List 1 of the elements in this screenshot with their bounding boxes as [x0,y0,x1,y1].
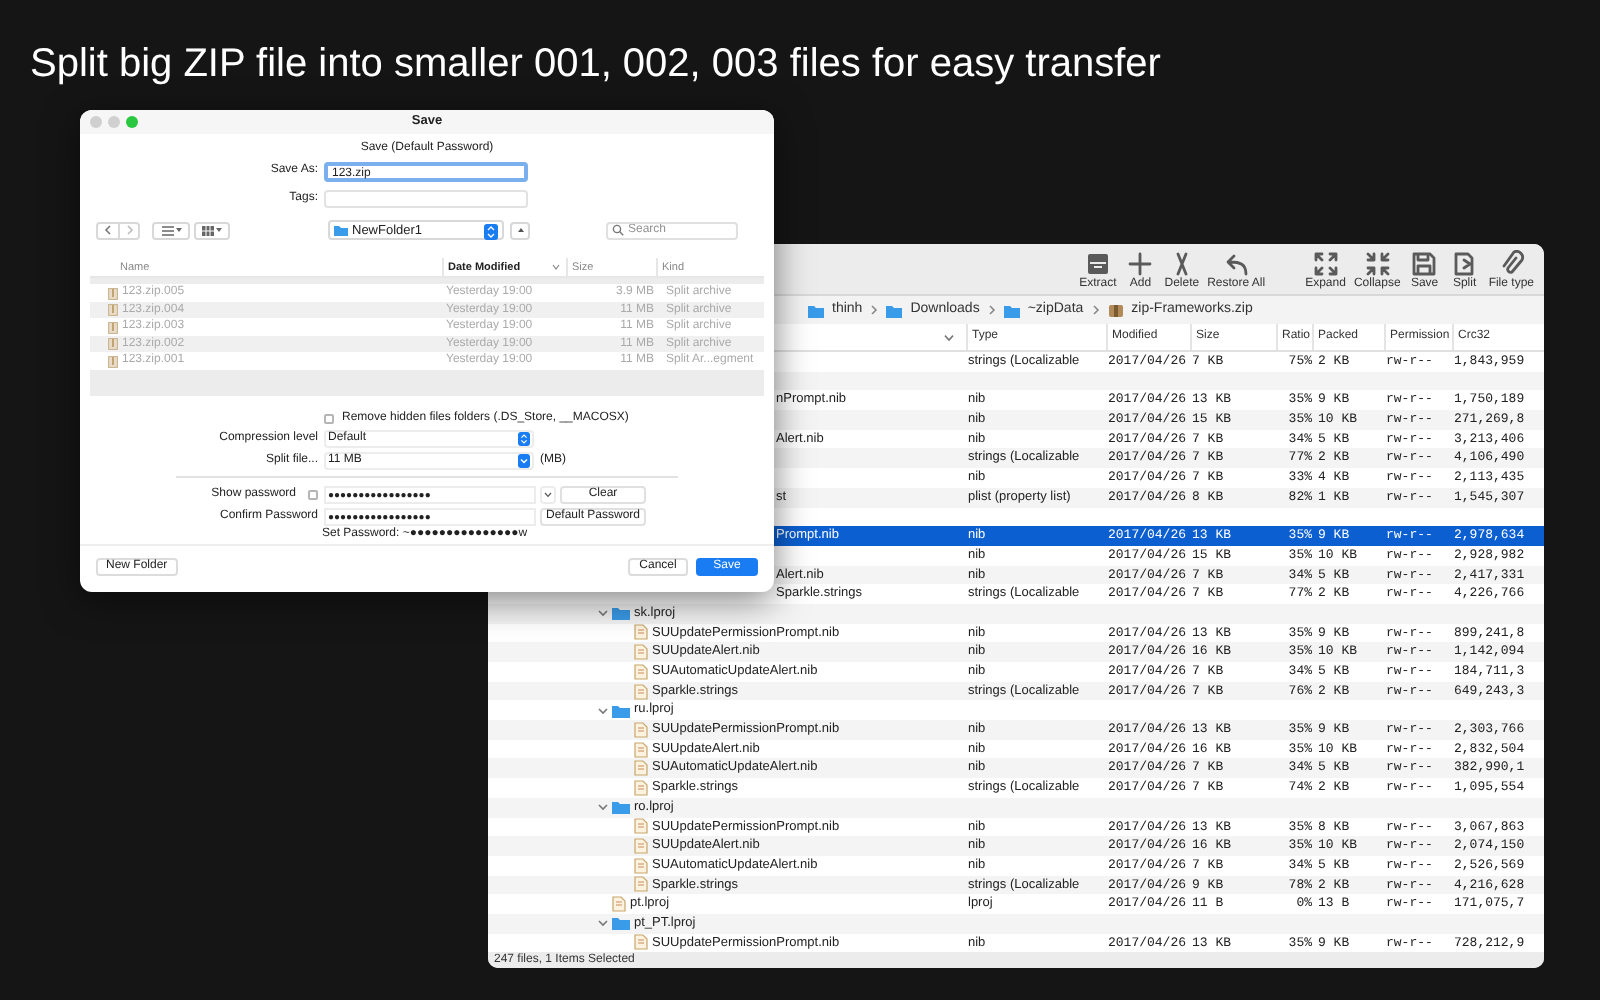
headline: Split big ZIP file into smaller 001, 002, 003 files for easy transfer [30,40,1161,88]
